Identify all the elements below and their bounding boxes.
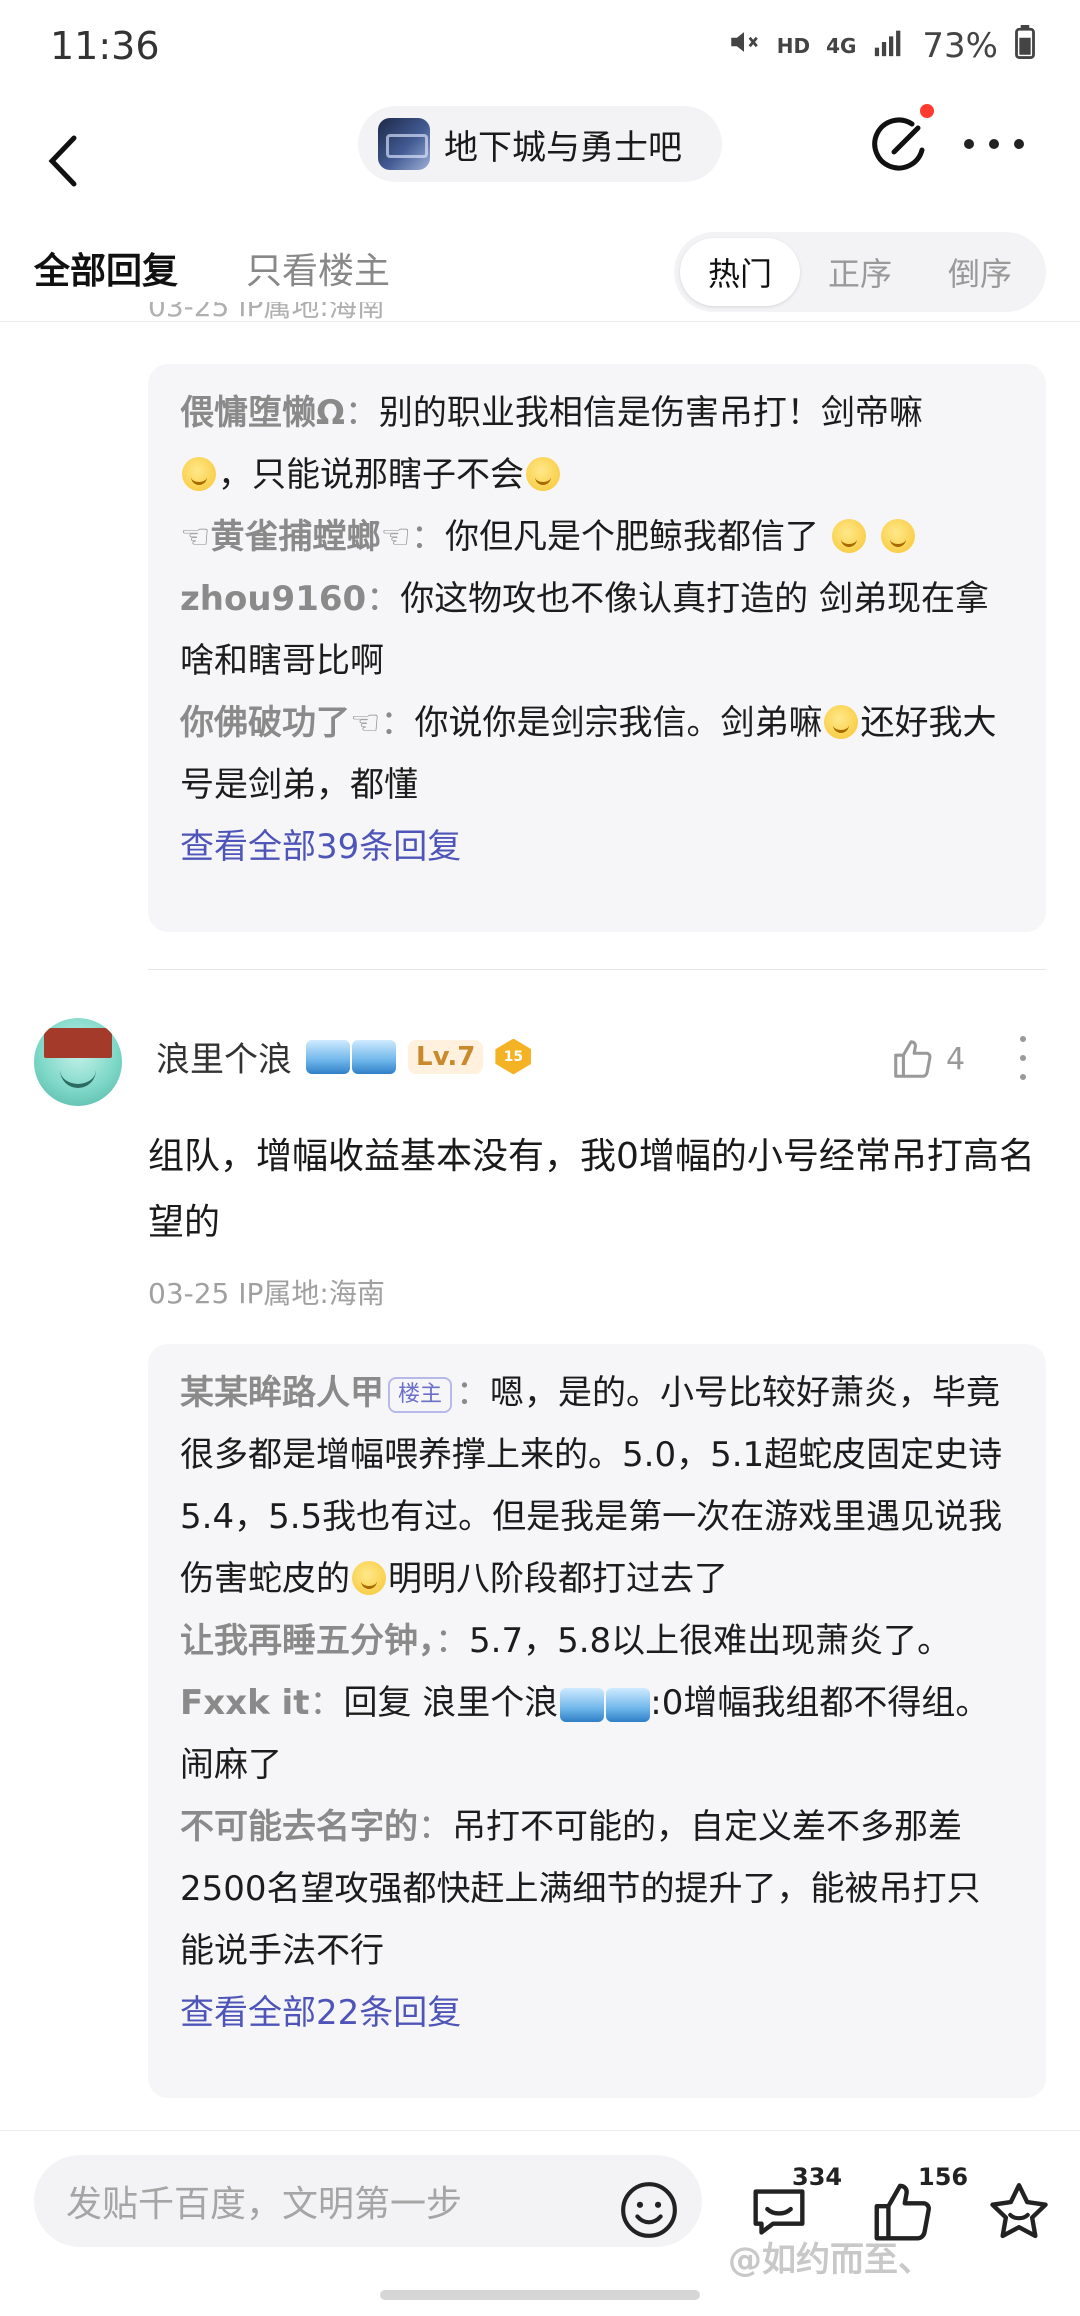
smiley-icon [621,2182,677,2238]
thumbs-up-icon [894,1040,932,1078]
sub-reply: 你佛破功了☜：你说你是剑宗我信。剑弟嘛 还好我大号是剑弟，都懂 [180,703,997,805]
reply-input[interactable]: 发贴千百度，文明第一步 [34,2155,702,2247]
reply-author[interactable]: 不可能去名字的 [180,1807,418,1847]
forum-pill[interactable]: 地下城与勇士吧 [358,106,722,182]
forum-name: 地下城与勇士吧 [444,127,682,168]
back-button[interactable] [40,114,100,204]
wave-emoji-icon [558,1683,651,1723]
post-menu-button[interactable] [1018,1036,1028,1080]
reply-author[interactable]: 某某眸路人甲 [180,1373,384,1413]
like-count: 4 [946,1041,966,1077]
home-indicator[interactable] [380,2290,700,2300]
edit-icon [872,117,925,171]
level-badge: Lv.7 [408,1039,484,1074]
top-nav: 地下城与勇士吧 [0,92,1080,230]
smile-emoji-icon [824,705,859,739]
like-count: 156 [918,2163,969,2191]
view-all-replies-link[interactable]: 查看全部22条回复 [180,1982,1014,2058]
member-badge-icon: 15 [495,1038,532,1075]
reply-author[interactable]: zhou9160 [180,579,366,619]
hd-label: HD [776,34,811,58]
more-button[interactable] [964,122,1024,166]
notification-dot [920,104,934,118]
post-meta: 03-25 IP属地:海南 [148,1277,385,1310]
view-all-replies-link[interactable]: 查看全部39条回复 [180,816,1014,892]
emoji-button[interactable] [618,2179,680,2241]
forum-logo [378,118,430,170]
status-bar: 11:36 HD 4G 73% [0,0,1080,92]
reply-author[interactable]: 偎慵堕懒Ω [180,393,345,433]
network-label: 4G [826,34,857,58]
tab-all-replies[interactable]: 全部回复 [34,242,178,294]
signal-icon [872,25,906,68]
sub-reply: 偎慵堕懒Ω：别的职业我相信是伤害吊打！剑帝嘛 ，只能说那瞎子不会 [180,393,923,495]
avatar[interactable] [34,1018,122,1106]
cutoff-meta: 03-25 IP属地:海南 [148,302,385,322]
sub-reply: ☜黄雀捕螳螂☜：你但凡是个肥鲸我都信了 [180,506,1014,568]
star-icon [990,2182,1048,2239]
mute-icon [727,25,761,68]
reply-author[interactable]: 让我再睡五分钟， [180,1621,435,1661]
like-button[interactable]: 4 [890,1036,965,1082]
op-tag: 楼主 [388,1376,453,1413]
sub-reply: 不可能去名字的：吊打不可能的，自定义差不多那差2500名望攻强都快赶上满细节的提… [180,1807,981,1971]
reply-author[interactable]: Fxxk it [180,1683,309,1723]
sub-replies-box[interactable]: 偎慵堕懒Ω：别的职业我相信是伤害吊打！剑帝嘛 ，只能说那瞎子不会 ☜黄雀捕螳螂☜… [148,364,1046,932]
divider [148,969,1046,970]
sub-reply: Fxxk it：回复 浪里个浪:0增幅我组都不得组。闹麻了 [180,1683,990,1785]
smile-emoji-icon [831,519,866,553]
sub-reply: 某某眸路人甲 楼主 ：嗯，是的。小号比较好萧炎，毕竟很多都是增幅喂养撑上来的。5.0… [180,1373,1003,1599]
sub-reply: 让我再睡五分钟，：5.7，5.8以上很难出现萧炎了。 [180,1621,952,1661]
favorite-button[interactable] [984,2177,1054,2247]
smile-emoji-icon [526,457,560,491]
sort-desc[interactable]: 倒序 [920,238,1040,306]
sub-replies-box[interactable]: 某某眸路人甲 楼主 ：嗯，是的。小号比较好萧炎，毕竟很多都是增幅喂养撑上来的。5.0… [148,1344,1046,2098]
sort-hot[interactable]: 热门 [680,238,800,306]
reply-author[interactable]: 你佛破功了☜ [180,703,380,743]
status-time: 11:36 [50,24,160,68]
post-body: 组队，增幅收益基本没有，我0增幅的小号经常吊打高名望的 [148,1136,1035,1243]
edit-button[interactable] [868,110,932,180]
watermark: @如约而至、 [728,2240,932,2280]
comment-count: 334 [792,2163,843,2191]
sort-asc[interactable]: 正序 [800,238,920,306]
smile-emoji-icon [880,519,915,553]
tab-op-only[interactable]: 只看楼主 [246,242,390,294]
sub-reply: zhou9160：你这物攻也不像认真打造的 剑弟现在拿啥和瞎哥比啊 [180,579,989,681]
battery-icon [1014,24,1036,68]
wave-emoji-icon [304,1039,396,1074]
post-author-row: 浪里个浪 Lv.7 15 [156,1032,532,1081]
bottom-bar: 发贴千百度，文明第一步 334 156 [0,2130,1080,2316]
sort-toggle: 热门 正序 倒序 [674,232,1046,312]
smile-emoji-icon [352,1561,386,1595]
status-icons: HD 4G 73% [727,24,1036,68]
username[interactable]: 浪里个浪 [156,1032,292,1081]
back-icon [48,135,77,187]
reply-author[interactable]: ☜黄雀捕螳螂☜ [180,517,411,557]
smile-emoji-icon [182,457,216,491]
battery-percent: 73% [922,26,998,66]
